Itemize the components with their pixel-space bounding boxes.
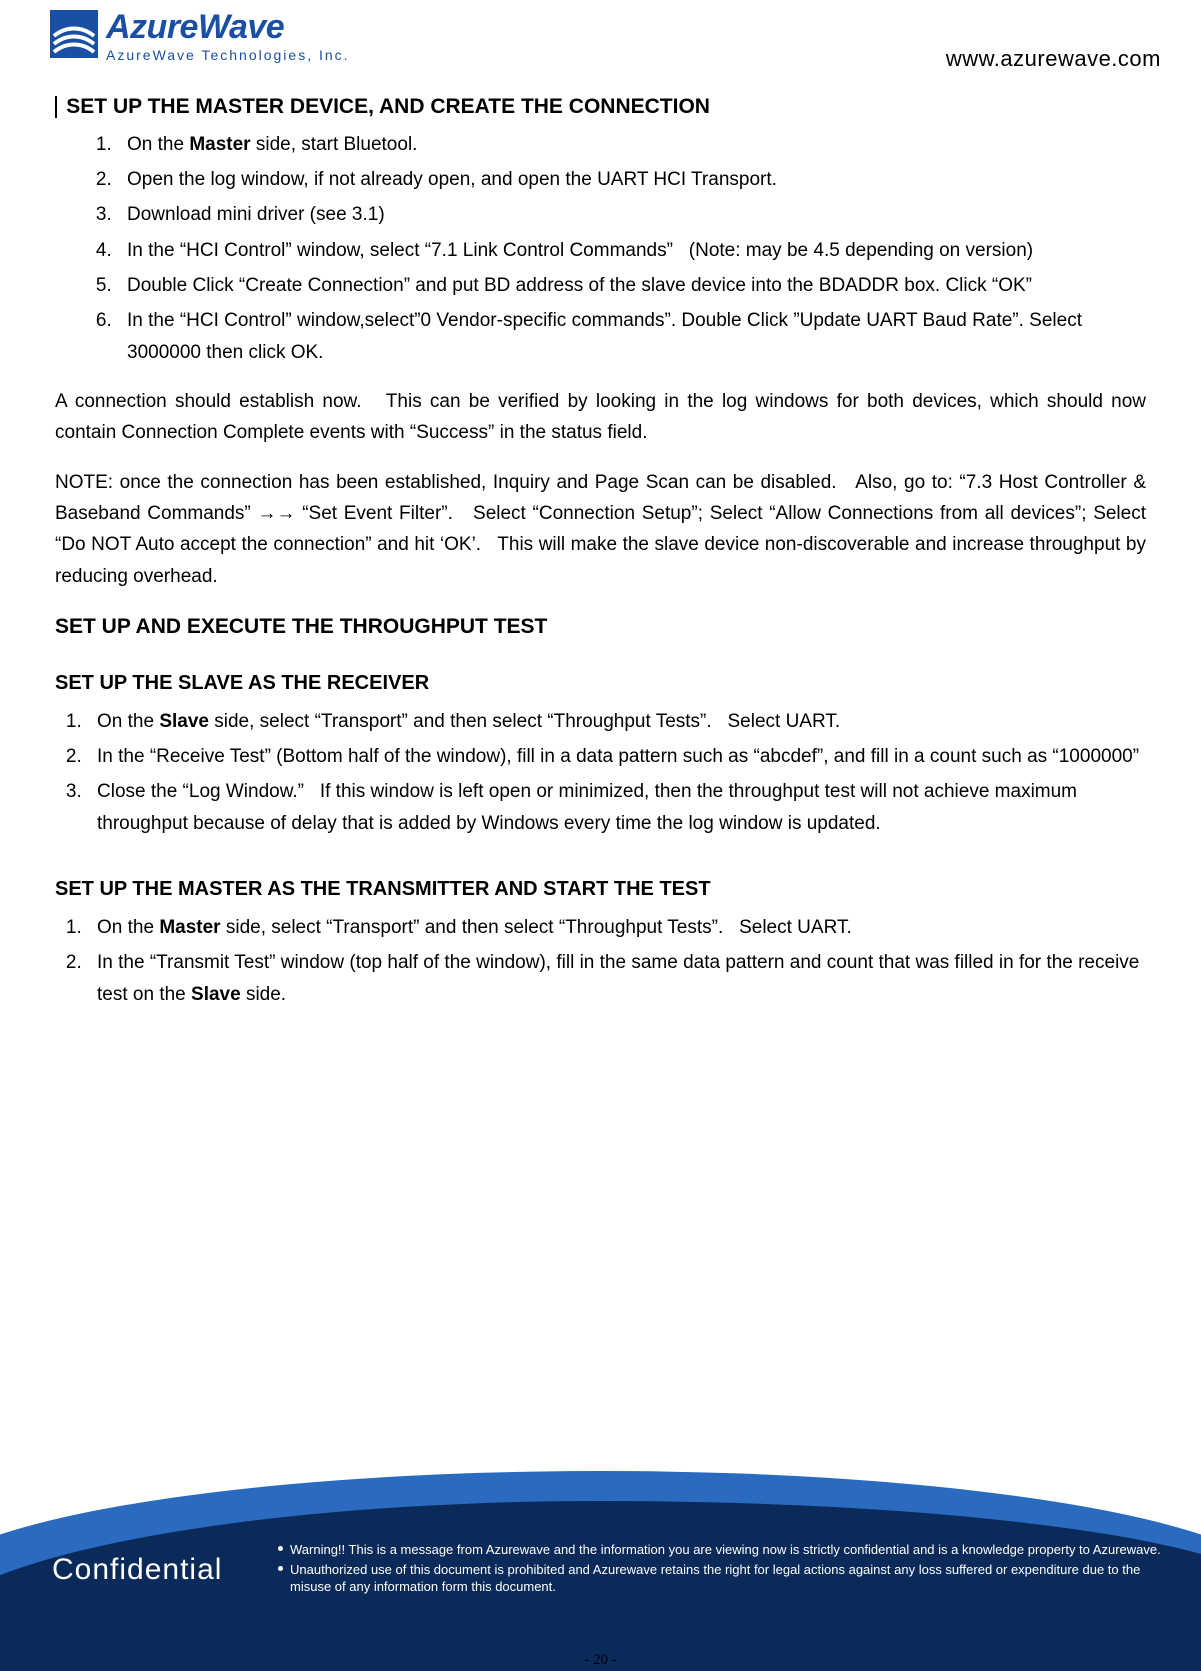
list-item: Double Click “Create Connection” and put… [117,270,1146,301]
footer-warnings: Warning!! This is a message from Azurewa… [278,1541,1161,1598]
bullet-icon [278,1546,283,1551]
step-text: side, select “Transport” and then select… [209,711,840,732]
list-item: On the Slave side, select “Transport” an… [87,706,1146,737]
step-emphasis: Slave [191,984,241,1005]
list-item: In the “HCI Control” window, select “7.1… [117,235,1146,266]
subsection-heading-master-transmitter: SET UP THE MASTER AS THE TRANSMITTER AND… [55,873,1146,906]
list-item: Download mini driver (see 3.1) [117,199,1146,230]
brand-text: AzureWave AzureWave Technologies, Inc. [106,10,350,62]
footer-tagline: Inspired by wireless [23,1448,235,1489]
text-cursor-icon [55,96,57,118]
step-text: side, select “Transport” and then select… [221,917,852,938]
warning-text: Warning!! This is a message from Azurewa… [290,1542,1161,1557]
brand-subtitle: AzureWave Technologies, Inc. [106,48,350,62]
slave-receiver-steps: On the Slave side, select “Transport” an… [55,706,1146,839]
bullet-icon [278,1566,283,1571]
section-heading-master-setup: SET UP THE MASTER DEVICE, AND CREATE THE… [66,95,710,118]
paragraph-note: NOTE: once the connection has been estab… [55,467,1146,592]
list-item: In the “Receive Test” (Bottom half of th… [87,741,1146,772]
list-item: Open the log window, if not already open… [117,164,1146,195]
list-item: In the “HCI Control” window,select”0 Ven… [117,305,1146,368]
master-setup-steps: On the Master side, start Bluetool. Open… [55,129,1146,368]
warning-line: Unauthorized use of this document is pro… [278,1561,1161,1596]
step-text: On the [97,711,159,732]
step-emphasis: Master [189,134,250,155]
list-item: On the Master side, select “Transport” a… [87,912,1146,943]
confidential-label: Confidential [52,1553,222,1587]
page-footer: Inspired by wireless Confidential Warnin… [0,1441,1201,1671]
wave-icon [50,10,98,58]
warning-text: Unauthorized use of this document is pro… [290,1562,1140,1595]
site-url: www.azurewave.com [946,46,1161,72]
step-text: side. [241,984,286,1005]
section-heading-throughput: SET UP AND EXECUTE THE THROUGHPUT TEST [55,610,1146,645]
list-item: In the “Transmit Test” window (top half … [87,947,1146,1010]
step-emphasis: Master [159,917,220,938]
page-number: - 20 - [0,1652,1201,1669]
step-text: side, start Bluetool. [251,134,418,155]
step-text: On the [97,917,159,938]
step-text: On the [127,134,189,155]
list-item: Close the “Log Window.” If this window i… [87,776,1146,839]
warning-line: Warning!! This is a message from Azurewa… [278,1541,1161,1559]
list-item: On the Master side, start Bluetool. [117,129,1146,160]
master-transmitter-steps: On the Master side, select “Transport” a… [55,912,1146,1010]
page-header: AzureWave AzureWave Technologies, Inc. w… [0,0,1201,80]
subsection-heading-slave-receiver: SET UP THE SLAVE AS THE RECEIVER [55,667,1146,700]
paragraph: A connection should establish now. This … [55,386,1146,449]
document-body: SET UP THE MASTER DEVICE, AND CREATE THE… [0,80,1201,1010]
step-emphasis: Slave [159,711,209,732]
brand-title: AzureWave [106,10,350,44]
